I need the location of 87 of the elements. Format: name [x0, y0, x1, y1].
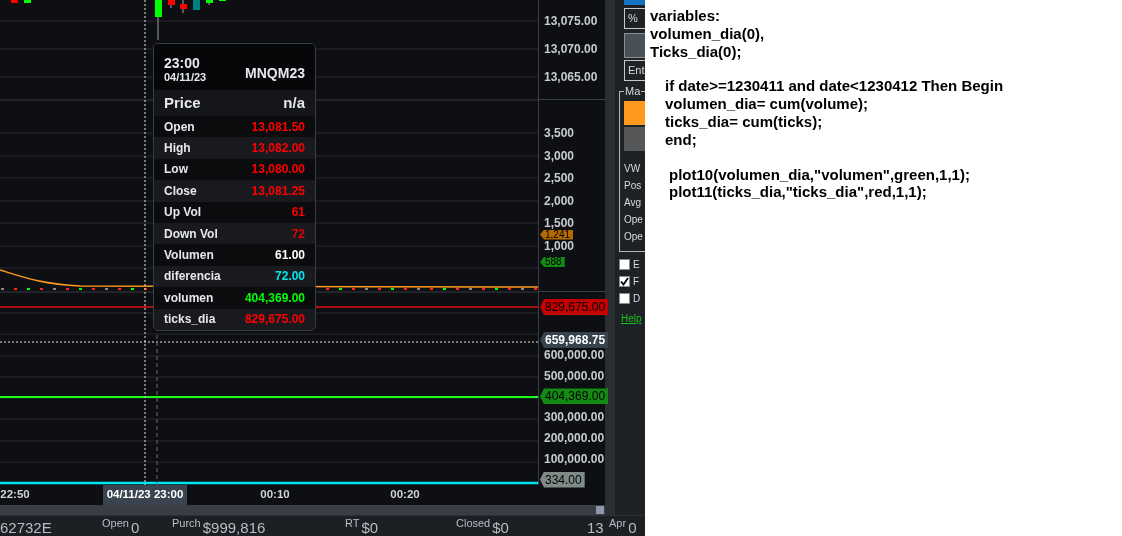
panel-button[interactable]	[624, 33, 645, 58]
status-value: 13	[587, 519, 604, 536]
field-value: 13,081.50	[251, 118, 305, 136]
axis-label: 1,000	[543, 239, 575, 252]
axis-label: 600,000.00	[543, 348, 605, 361]
field-value: 72	[291, 225, 305, 243]
checkbox[interactable]	[619, 258, 630, 270]
panel-label: Pos	[624, 179, 643, 193]
axis-label: 1,500	[543, 217, 575, 229]
checkbox-label: E	[633, 257, 640, 272]
status-value: $0	[361, 519, 379, 536]
group-title: Ma	[624, 85, 642, 97]
crosshair-value-label: 659,968.75	[540, 332, 609, 348]
field-value: 61.00	[274, 247, 305, 265]
scroll-thumb[interactable]	[596, 506, 604, 514]
field-value: 13,081.25	[251, 182, 305, 200]
checkbox[interactable]	[619, 292, 630, 304]
checkbox-label: D	[633, 291, 641, 306]
time-label: 22:50	[0, 487, 30, 503]
axis-label: 500,000.00	[543, 369, 605, 382]
time-label: 00:20	[390, 487, 420, 503]
panel-label: Ope	[624, 213, 644, 227]
code-line: volumen_dia= cum(volume);	[665, 95, 869, 113]
axis-label: 3,000	[543, 149, 575, 162]
status-value: 0	[130, 519, 140, 536]
status-label: Purch	[172, 517, 201, 529]
field-label: ticks_dia	[164, 311, 216, 329]
tooltip-date: 04/11/23	[164, 71, 207, 84]
toolbar-strip	[624, 0, 645, 5]
code-line: plot10(volumen_dia,"volumen",green,1,1);	[669, 165, 971, 184]
code-line: end;	[665, 130, 698, 149]
value-marker: 1,241	[540, 229, 574, 240]
field-label: Low	[164, 161, 188, 179]
time-label: 00:10	[260, 487, 290, 503]
status-label: Open	[102, 517, 129, 529]
axis-label: 2,000	[543, 194, 575, 207]
field-value: 13,080.00	[251, 161, 305, 179]
value-marker: 588	[540, 257, 565, 267]
code-line: if date>=1230411 and date<1230412 Then Begin	[665, 77, 1005, 96]
scrollbar[interactable]	[0, 505, 605, 515]
symbol-label: MNQM23	[245, 64, 305, 83]
axis-label: 200,000.00	[543, 431, 605, 444]
status-value: 62732E	[0, 519, 52, 536]
axis-label: 2,500	[543, 172, 575, 184]
price-value: n/a	[283, 92, 305, 113]
field-label: Open	[164, 118, 195, 136]
crosshair-time-label: 04/11/23 23:00	[102, 485, 188, 505]
field-value: 13,082.00	[251, 140, 305, 158]
checkbox-label: F	[633, 274, 640, 289]
panel-label: Avg	[624, 196, 643, 210]
value-marker: 829,675.00	[540, 299, 609, 315]
field-label: volumen	[164, 289, 214, 307]
panel-label: Ope	[624, 230, 644, 244]
status-value: $999,816	[202, 519, 266, 536]
status-label: Apr	[609, 517, 627, 529]
status-label: RT	[345, 517, 360, 529]
axis-label: 13,075.00	[543, 15, 598, 27]
code-line: variables:	[650, 7, 722, 25]
field-value: 72.00	[274, 268, 305, 286]
code-line: plot11(ticks_dia,"ticks_dia",red,1,1);	[669, 183, 928, 202]
price-label: Price	[164, 92, 201, 113]
checkbox[interactable]	[619, 275, 630, 287]
status-value: $0	[492, 519, 509, 536]
axis-label: 3,500	[543, 127, 575, 139]
axis-label: 13,065.00	[543, 71, 598, 83]
panel-label: VW	[624, 162, 642, 176]
axis-label: 13,070.00	[543, 43, 598, 55]
tooltip-time: 23:00	[164, 55, 201, 71]
status-label: Closed	[456, 517, 491, 529]
field-label: Close	[164, 182, 197, 200]
code-line: Ticks_dia(0);	[650, 42, 743, 61]
field-label: diferencia	[164, 268, 221, 286]
field-label: Down Vol	[164, 225, 218, 243]
field-value: 829,675.00	[244, 311, 305, 329]
field-value: 61	[291, 204, 305, 222]
axis-label: 300,000.00	[543, 411, 605, 424]
code-line: ticks_dia= cum(ticks);	[665, 113, 824, 131]
field-label: High	[164, 140, 191, 158]
value-marker: 334.00	[540, 471, 585, 488]
axis-label: 100,000.00	[543, 452, 605, 465]
value-marker: 404,369.00	[540, 388, 609, 405]
field-label: Volumen	[164, 247, 214, 265]
field-value: 404,369.00	[244, 289, 305, 307]
field-label: Up Vol	[164, 204, 202, 222]
status-value: 0	[628, 519, 637, 536]
help-link[interactable]: Help	[621, 311, 645, 326]
code-line: volumen_dia(0),	[650, 24, 766, 43]
